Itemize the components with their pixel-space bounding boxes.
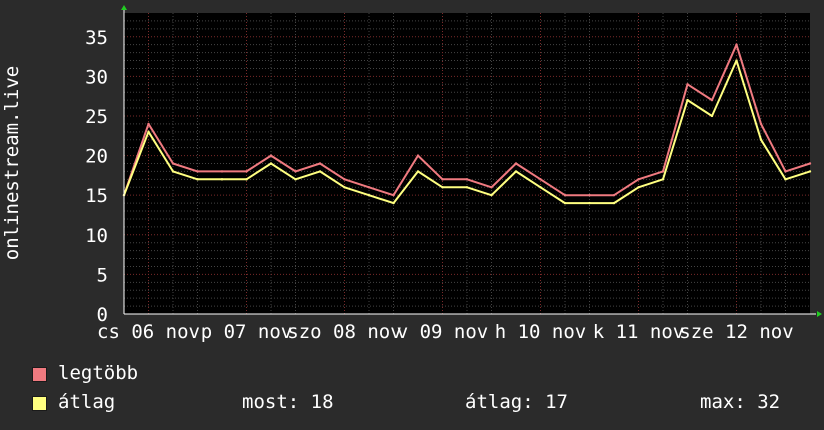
- data-point: [392, 201, 395, 205]
- data-point: [269, 162, 273, 165]
- data-point: [441, 186, 444, 189]
- data-point: [147, 122, 150, 126]
- stat-now: most: 18: [242, 391, 334, 413]
- data-point: [318, 162, 322, 165]
- data-point: [759, 138, 763, 141]
- data-point: [367, 186, 371, 189]
- y-axis-arrow: [121, 5, 127, 10]
- data-point: [465, 178, 469, 181]
- x-axis-arrow: [817, 311, 822, 317]
- data-point: [416, 154, 420, 157]
- stat-max: max: 32: [700, 391, 781, 413]
- data-point: [735, 59, 738, 62]
- data-point: [367, 193, 371, 197]
- y-tick-label: 20: [85, 146, 108, 168]
- x-tick-label: p 07 nov: [201, 321, 293, 343]
- data-point: [808, 170, 812, 173]
- data-point: [637, 178, 640, 181]
- legend-max-swatch: [32, 367, 47, 382]
- data-point: [514, 170, 518, 173]
- data-point: [563, 201, 567, 205]
- y-tick-label: 35: [85, 27, 108, 49]
- data-point: [661, 170, 665, 173]
- y-tick-label: 25: [85, 106, 108, 128]
- data-point: [612, 201, 616, 205]
- x-tick-label: k 11 nov: [593, 321, 685, 343]
- y-tick-label: 5: [97, 264, 108, 286]
- data-point: [220, 178, 224, 181]
- data-point: [294, 178, 297, 181]
- x-tick-label: szo 08 nov: [287, 321, 401, 343]
- stat-avg: átlag: 17: [465, 391, 568, 413]
- data-point: [735, 43, 738, 46]
- data-point: [269, 154, 273, 157]
- data-point: [392, 193, 395, 197]
- data-point: [171, 170, 175, 173]
- data-point: [710, 98, 714, 102]
- data-point: [196, 170, 199, 173]
- data-point: [539, 186, 542, 189]
- legend-avg-swatch: [32, 396, 47, 411]
- data-point: [465, 186, 469, 189]
- x-tick-label: cs 06 nov: [97, 321, 200, 343]
- data-point: [686, 83, 689, 86]
- data-point: [245, 170, 248, 173]
- x-tick-label: v 09 nov: [397, 321, 489, 343]
- data-point: [808, 162, 812, 165]
- data-point: [343, 186, 346, 189]
- data-point: [637, 186, 640, 189]
- data-point: [784, 170, 787, 173]
- data-point: [759, 122, 763, 126]
- legend-max-label: legtöbb: [58, 362, 139, 384]
- data-point: [784, 178, 787, 181]
- data-point: [686, 98, 689, 102]
- x-tick-label: sze 12 nov: [679, 321, 793, 343]
- y-tick-label: 10: [85, 225, 108, 247]
- data-point: [563, 193, 567, 197]
- data-point: [612, 193, 616, 197]
- data-point: [661, 178, 665, 181]
- legend-avg-label: átlag: [58, 391, 116, 413]
- data-point: [588, 193, 591, 197]
- y-tick-label: 15: [85, 185, 108, 207]
- data-point: [490, 193, 493, 197]
- data-point: [514, 162, 518, 165]
- data-point: [343, 178, 346, 181]
- x-tick-label: h 10 nov: [495, 321, 587, 343]
- data-point: [490, 186, 493, 189]
- data-point: [171, 162, 175, 165]
- data-point: [245, 178, 248, 181]
- data-point: [147, 130, 150, 134]
- data-point: [416, 170, 420, 173]
- y-axis-label: onlinestream.live: [1, 66, 23, 260]
- data-point: [318, 170, 322, 173]
- data-point: [588, 201, 591, 205]
- data-point: [710, 114, 714, 118]
- data-point: [294, 170, 297, 173]
- data-point: [220, 170, 224, 173]
- y-tick-label: 30: [85, 66, 108, 88]
- data-point: [539, 178, 542, 181]
- data-point: [196, 178, 199, 181]
- data-point: [441, 178, 444, 181]
